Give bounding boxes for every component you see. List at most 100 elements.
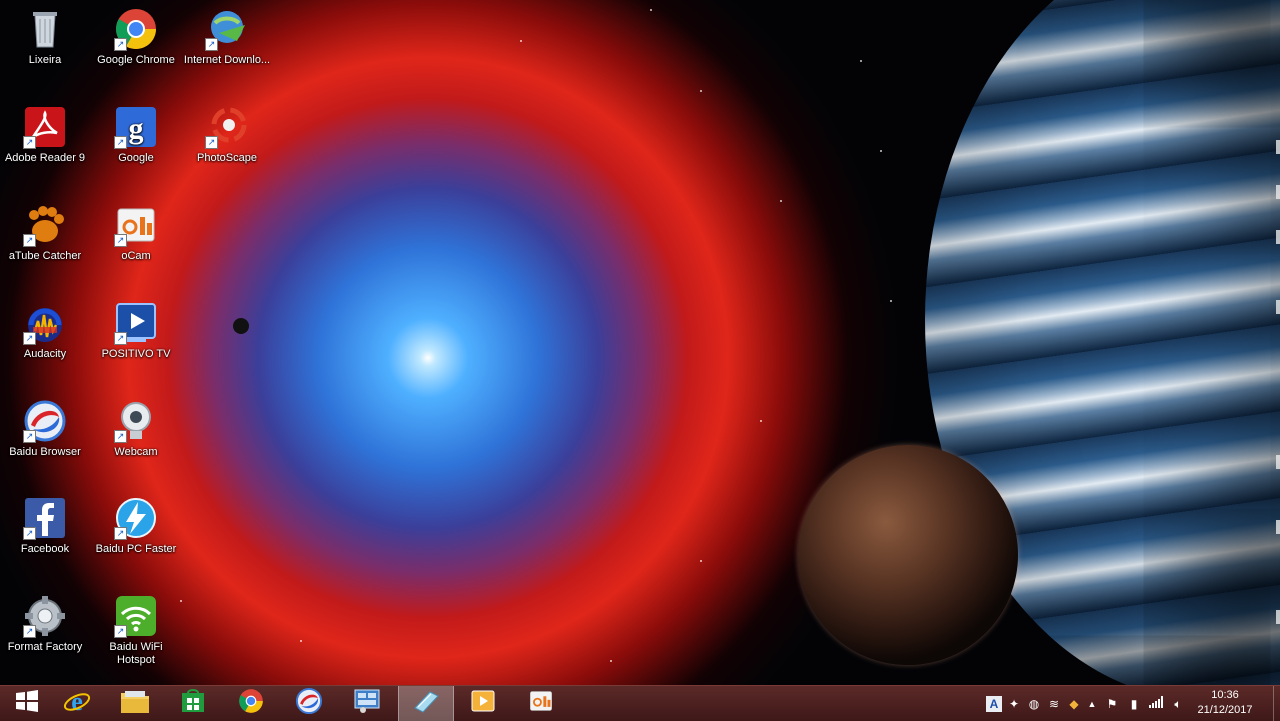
star — [520, 40, 522, 42]
desktop-icon-baidu-browser[interactable]: ↗ Baidu Browser — [0, 395, 90, 459]
battery-icon[interactable]: ▮ — [1126, 696, 1142, 712]
icon-label: POSITIVO TV — [101, 348, 171, 360]
desktop-icon-positivo-tv[interactable]: ↗ POSITIVO TV — [91, 297, 181, 361]
language-icon[interactable]: A — [986, 696, 1002, 712]
desktop-icon-ocam[interactable]: ↗ oCam — [91, 199, 181, 263]
photoscape-icon: ↗ — [205, 105, 249, 149]
internet-download-manager-icon: ↗ — [205, 7, 249, 51]
icon-label: Baidu Browser — [9, 446, 81, 458]
star — [300, 640, 302, 642]
taskbar: e A ✦ ◍ ≋ ◆ ▲ ⚑ ▮ 🔈︎ 10:36 21/12/2017 — [0, 685, 1280, 721]
desktop-icon-format-factory[interactable]: ↗ Format Factory — [0, 590, 90, 654]
taskbar-baidu-browser[interactable] — [282, 686, 336, 721]
icon-label: Adobe Reader 9 — [4, 152, 86, 164]
icon-label: Audacity — [23, 348, 67, 360]
baidu-browser-icon: ↗ — [23, 399, 67, 443]
taskbar-google-chrome[interactable] — [224, 686, 278, 721]
star — [760, 420, 762, 422]
icon-label: aTube Catcher — [8, 250, 82, 262]
icon-label: Facebook — [20, 543, 70, 555]
icon-label: Lixeira — [28, 54, 62, 66]
notepad-icon — [412, 688, 440, 719]
desktop-icon-photoscape[interactable]: ↗ PhotoScape — [182, 101, 272, 165]
icon-label: Google Chrome — [97, 54, 175, 66]
star — [860, 60, 862, 62]
svg-text:g: g — [129, 112, 144, 145]
desktop-icon-baidu-wifi-hotspot[interactable]: ↗ Baidu WiFi Hotspot — [91, 590, 181, 667]
tray-network-globe-icon[interactable]: ◍ — [1026, 696, 1042, 712]
tray-security-icon[interactable]: ◆ — [1066, 696, 1082, 712]
webcam-icon: ↗ — [114, 399, 158, 443]
show-desktop-button[interactable] — [1273, 686, 1280, 721]
wifi-hotspot-icon: ↗ — [114, 594, 158, 638]
facebook-icon: ↗ — [23, 496, 67, 540]
audacity-icon: ↗ — [23, 301, 67, 345]
baidu-browser-icon — [295, 687, 323, 720]
chrome-icon — [238, 688, 264, 719]
star — [880, 150, 882, 152]
icon-label: PhotoScape — [197, 152, 257, 164]
tray-app-icon[interactable]: ✦ — [1006, 696, 1022, 712]
clock[interactable]: 10:36 21/12/2017 — [1190, 688, 1260, 718]
desktop-icon-webcam[interactable]: ↗ Webcam — [91, 395, 181, 459]
desktop-icon-google-chrome[interactable]: ↗ Google Chrome — [91, 3, 181, 67]
taskbar-internet-explorer[interactable]: e — [50, 686, 104, 721]
desktop-icon-internet-download-manager[interactable]: ↗ Internet Downlo... — [182, 3, 272, 67]
atube-catcher-icon: ↗ — [23, 203, 67, 247]
icon-label: Internet Downlo... — [183, 54, 271, 66]
google-icon: g ↗ — [114, 105, 158, 149]
control-panel-icon — [353, 688, 381, 719]
star — [700, 90, 702, 92]
taskbar-store[interactable] — [166, 686, 220, 721]
cursor-dot — [233, 318, 249, 334]
star — [890, 300, 892, 302]
media-player-icon — [470, 688, 496, 719]
star — [650, 9, 652, 11]
format-factory-icon: ↗ — [23, 594, 67, 638]
signal-strength-icon[interactable] — [1148, 696, 1164, 712]
tray-wifi-hotspot-icon[interactable]: ≋ — [1046, 696, 1062, 712]
desktop-icon-google[interactable]: g ↗ Google — [91, 101, 181, 165]
icon-label: Format Factory — [7, 641, 83, 653]
taskbar-media-player[interactable] — [456, 686, 510, 721]
taskbar-file-explorer[interactable] — [108, 686, 162, 721]
desktop-icon-adobe-reader[interactable]: ↗ Adobe Reader 9 — [0, 101, 90, 165]
star — [780, 200, 782, 202]
start-button[interactable] — [0, 686, 54, 721]
desktop-icon-audacity[interactable]: ↗ Audacity — [0, 297, 90, 361]
ocam-icon: ↗ — [114, 203, 158, 247]
rocky-planet — [798, 445, 1018, 665]
desktop-wallpaper: Lixeira ↗ Adobe Reader 9 ↗ aTube Catcher… — [0, 0, 1280, 685]
icon-label: Google — [118, 152, 154, 164]
taskbar-ocam[interactable] — [514, 686, 568, 721]
flag-icon[interactable]: ⚑ — [1104, 696, 1120, 712]
taskbar-notepad-active[interactable] — [398, 686, 454, 721]
windows-logo-icon — [15, 689, 39, 718]
svg-text:e: e — [71, 687, 83, 715]
icon-label: oCam — [121, 250, 151, 262]
ocam-icon — [528, 688, 554, 719]
baidu-pc-faster-icon: ↗ — [114, 496, 158, 540]
clock-time: 10:36 — [1211, 689, 1239, 701]
icon-label: Baidu PC Faster — [95, 543, 177, 555]
icon-label: Baidu WiFi Hotspot — [109, 641, 163, 666]
edge-indicators — [1274, 0, 1280, 685]
recycle-bin-icon — [23, 7, 67, 51]
desktop-icon-facebook[interactable]: ↗ Facebook — [0, 492, 90, 556]
tray-expand-icon[interactable]: ▲ — [1084, 696, 1100, 712]
icon-label: Webcam — [114, 446, 158, 458]
desktop-icon-baidu-pc-faster[interactable]: ↗ Baidu PC Faster — [91, 492, 181, 556]
star — [700, 560, 702, 562]
adobe-reader-icon: ↗ — [23, 105, 67, 149]
clock-date: 21/12/2017 — [1197, 704, 1253, 716]
system-tray: A ✦ ◍ ≋ ◆ ▲ ⚑ ▮ 🔈︎ 10:36 21/12/2017 — [980, 686, 1280, 721]
star — [610, 660, 612, 662]
chrome-icon: ↗ — [114, 7, 158, 51]
folder-icon — [120, 688, 150, 719]
desktop-icon-atube-catcher[interactable]: ↗ aTube Catcher — [0, 199, 90, 263]
positivo-tv-icon: ↗ — [114, 301, 158, 345]
taskbar-control-panel[interactable] — [340, 686, 394, 721]
volume-icon[interactable]: 🔈︎ — [1170, 696, 1186, 712]
internet-explorer-icon: e — [63, 687, 91, 720]
desktop-icon-lixeira[interactable]: Lixeira — [0, 3, 90, 67]
